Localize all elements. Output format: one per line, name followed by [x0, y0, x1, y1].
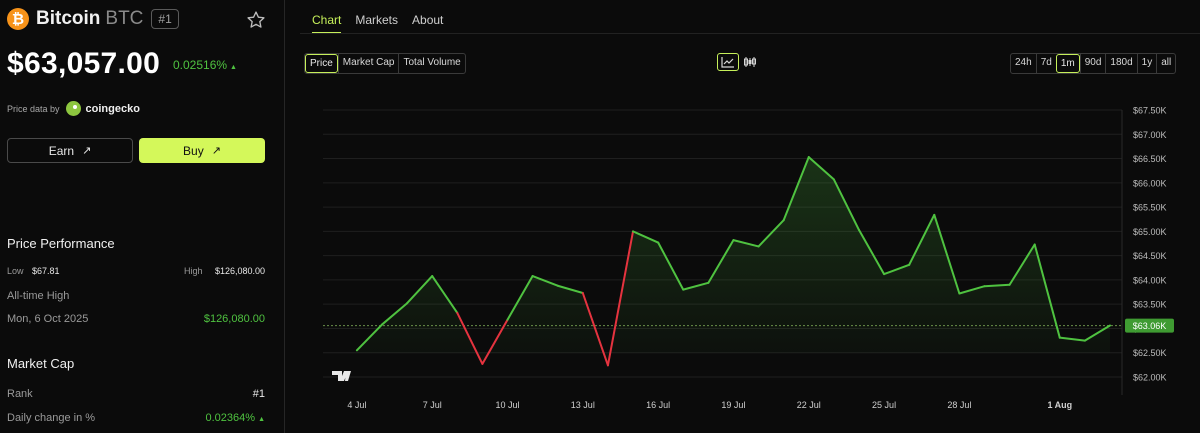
buy-button[interactable]: Buy ↗ — [139, 138, 265, 163]
x-tick-label: 19 Jul — [721, 400, 745, 410]
y-tick-label: $64.50K — [1133, 251, 1167, 261]
range-7d-button[interactable]: 7d — [1035, 54, 1056, 73]
earn-button-label: Earn — [48, 143, 75, 158]
arrow-up-right-icon: ↗ — [82, 145, 92, 157]
price-area-fill — [356, 157, 1110, 366]
y-tick-label: $66.50K — [1133, 154, 1167, 164]
low-label: Low — [7, 266, 24, 276]
daily-change-label: Daily change in % — [7, 412, 96, 424]
coin-name: Bitcoin — [36, 8, 101, 29]
price-change: 0.02516% ▲ — [173, 58, 237, 72]
x-tick-label: 1 Aug — [1047, 400, 1072, 410]
metric-total-volume-button[interactable]: Total Volume — [398, 54, 464, 73]
coingecko-name[interactable]: coingecko — [86, 103, 140, 115]
candlestick-icon — [744, 57, 756, 67]
bitcoin-logo-icon: ₿ — [7, 8, 29, 30]
buy-button-label: Buy — [183, 143, 204, 158]
price-data-attribution: Price data by coingecko — [7, 101, 140, 116]
current-price: $63,057.00 — [7, 47, 161, 80]
x-tick-label: 22 Jul — [797, 400, 821, 410]
x-tick-label: 4 Jul — [347, 400, 366, 410]
market-cap-title: Market Cap — [7, 356, 75, 371]
price-data-label: Price data by — [7, 103, 60, 114]
y-tick-label: $64.00K — [1133, 275, 1167, 285]
ath-label: All-time High — [7, 290, 70, 302]
range-all-button[interactable]: all — [1156, 54, 1175, 73]
y-tick-label: $65.00K — [1133, 227, 1167, 237]
ath-value: $126,080.00 — [203, 313, 265, 325]
x-tick-label: 16 Jul — [646, 400, 670, 410]
price-chart[interactable]: $67.50K $67.00K $66.50K $66.00K $65.50K $65.0… — [300, 95, 1200, 425]
range-90d-button[interactable]: 90d — [1079, 54, 1106, 73]
chart-view-toggle — [717, 53, 761, 71]
rank-row: Rank #1 — [7, 388, 265, 400]
coin-header: ₿ Bitcoin BTC #1 — [7, 8, 179, 30]
x-tick-label: 10 Jul — [495, 400, 519, 410]
coin-panel: ₿ Bitcoin BTC #1 $63,057.00 0.02516% ▲ Pr… — [0, 0, 285, 433]
range-1y-button[interactable]: 1y — [1136, 54, 1157, 73]
tab-divider — [300, 33, 1200, 34]
metric-market-cap-button[interactable]: Market Cap — [337, 54, 399, 73]
low-value: $67.81 — [32, 266, 60, 276]
rank-value: #1 — [252, 388, 265, 400]
tab-markets[interactable]: Markets — [355, 13, 398, 34]
y-tick-label: $67.00K — [1133, 130, 1167, 140]
high-value: $126,080.00 — [214, 266, 265, 276]
ath-date: Mon, 6 Oct 2025 — [7, 313, 89, 325]
daily-change-row: Daily change in % 0.02364% ▲ — [7, 412, 265, 424]
tab-bar: Chart Markets About — [312, 13, 457, 34]
y-tick-label: $63.50K — [1133, 300, 1167, 310]
arrow-up-right-icon: ↗ — [211, 145, 221, 157]
range-24h-button[interactable]: 24h — [1011, 54, 1036, 73]
range-180d-button[interactable]: 180d — [1105, 54, 1136, 73]
current-price-label: $63.06K — [1133, 321, 1167, 331]
y-tick-label: $65.50K — [1133, 203, 1167, 213]
x-tick-label: 28 Jul — [947, 400, 971, 410]
y-tick-label: $62.50K — [1133, 348, 1167, 358]
x-tick-label: 13 Jul — [571, 400, 595, 410]
tradingview-logo-icon — [332, 371, 351, 381]
price-change-value: 0.02516% — [173, 58, 228, 72]
high-label: High — [184, 266, 203, 276]
y-tick-label: $67.50K — [1133, 106, 1167, 116]
tab-chart[interactable]: Chart — [312, 13, 342, 34]
x-tick-label: 25 Jul — [872, 400, 896, 410]
y-tick-label: $66.00K — [1133, 178, 1167, 188]
range-1m-button[interactable]: 1m — [1055, 54, 1080, 73]
time-range-selector: 24h 7d 1m 90d 180d 1y all — [1010, 53, 1177, 74]
up-triangle-icon: ▲ — [230, 64, 237, 71]
tab-about[interactable]: About — [412, 13, 443, 34]
line-view-button[interactable] — [717, 53, 739, 71]
line-chart-icon — [721, 57, 734, 68]
daily-change-value: 0.02364% ▲ — [205, 412, 265, 424]
ath-label-row: All-time High — [7, 290, 265, 302]
coin-symbol: BTC — [105, 8, 144, 29]
price-performance-title: Price Performance — [7, 236, 115, 251]
favorite-star-icon[interactable] — [246, 10, 266, 30]
daily-change-number: 0.02364% — [205, 412, 255, 424]
metric-price-button[interactable]: Price — [305, 54, 338, 73]
up-triangle-icon: ▲ — [258, 416, 265, 423]
coingecko-logo-icon — [65, 101, 81, 116]
candle-view-button[interactable] — [739, 53, 761, 71]
metric-selector: Price Market Cap Total Volume — [304, 53, 466, 74]
x-tick-label: 7 Jul — [423, 400, 442, 410]
earn-button[interactable]: Earn ↗ — [7, 138, 133, 163]
rank-badge: #1 — [151, 9, 179, 29]
y-tick-label: $62.00K — [1133, 373, 1167, 383]
ath-row: Mon, 6 Oct 2025 $126,080.00 — [7, 313, 265, 325]
rank-label: Rank — [7, 388, 33, 400]
